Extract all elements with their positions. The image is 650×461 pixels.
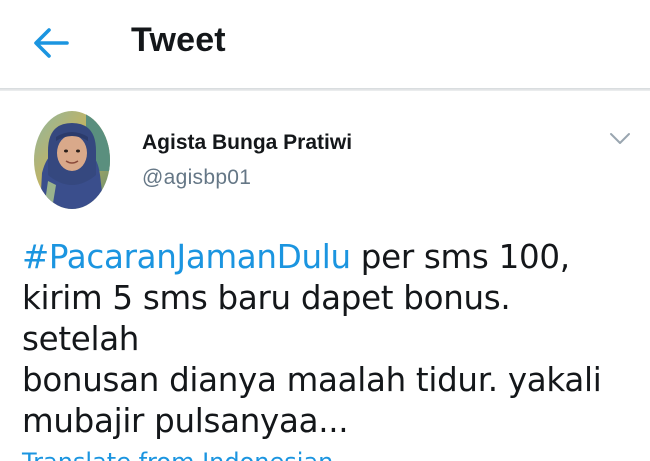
tweet-detail-screen: Tweet Agista Bunga Pratiwi @agisbp01 #Pa… <box>0 0 650 461</box>
avatar[interactable] <box>34 111 110 209</box>
author-name[interactable]: Agista Bunga Pratiwi <box>142 131 352 155</box>
tweet-text-line-1: per sms 100, <box>350 238 570 276</box>
back-button[interactable] <box>28 22 74 64</box>
tweet-text-line-2: kirim 5 sms baru dapet bonus. setelah <box>22 279 511 358</box>
tweet-text: #PacaranJamanDulu per sms 100, kirim 5 s… <box>22 237 632 442</box>
tweet-text-line-4: mubajir pulsanyaa... <box>22 402 349 440</box>
top-app-bar: Tweet <box>0 0 650 88</box>
chevron-down-icon <box>610 133 630 144</box>
translate-link[interactable]: Translate from Indonesian <box>22 448 333 461</box>
arrow-left-icon <box>34 28 69 58</box>
page-title: Tweet <box>131 21 226 59</box>
tweet-text-line-3: bonusan dianya maalah tidur. yakali <box>22 361 602 399</box>
author-handle[interactable]: @agisbp01 <box>142 166 251 190</box>
tweet-menu-button[interactable] <box>604 126 636 152</box>
header-divider <box>0 88 650 91</box>
avatar-photo <box>34 111 110 209</box>
hashtag-link[interactable]: #PacaranJamanDulu <box>22 238 351 276</box>
